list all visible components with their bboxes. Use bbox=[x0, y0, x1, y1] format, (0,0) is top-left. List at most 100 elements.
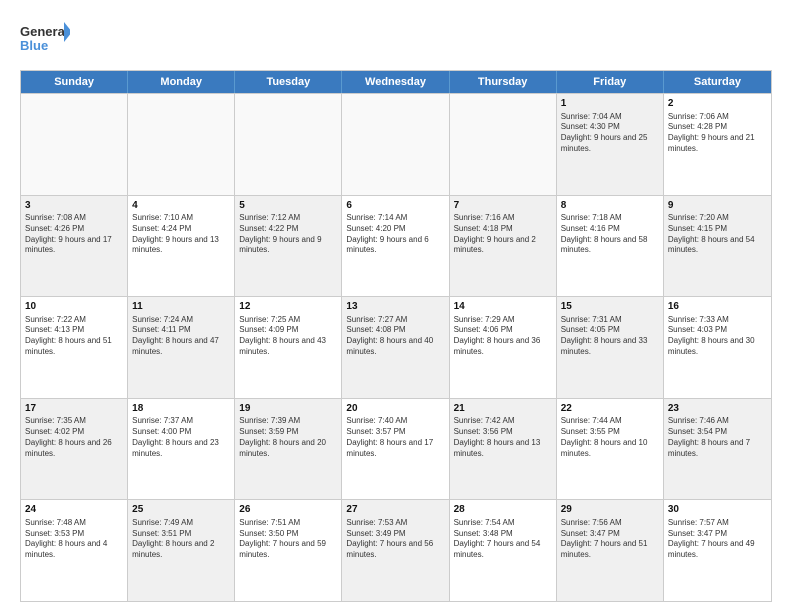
cell-info-text: Sunrise: 7:10 AM bbox=[132, 213, 230, 224]
cell-info-text: Daylight: 8 hours and 40 minutes. bbox=[346, 336, 444, 358]
cell-info-text: Sunset: 3:49 PM bbox=[346, 529, 444, 540]
day-number: 26 bbox=[239, 503, 337, 517]
calendar-day-7: 7Sunrise: 7:16 AMSunset: 4:18 PMDaylight… bbox=[450, 196, 557, 297]
cell-info-text: Sunset: 4:16 PM bbox=[561, 224, 659, 235]
cell-info-text: Sunset: 3:53 PM bbox=[25, 529, 123, 540]
cell-info-text: Sunset: 3:56 PM bbox=[454, 427, 552, 438]
cell-info-text: Sunrise: 7:04 AM bbox=[561, 112, 659, 123]
cell-info-text: Daylight: 7 hours and 59 minutes. bbox=[239, 539, 337, 561]
cell-info-text: Sunrise: 7:42 AM bbox=[454, 416, 552, 427]
day-number: 29 bbox=[561, 503, 659, 517]
day-number: 8 bbox=[561, 199, 659, 213]
cell-info-text: Daylight: 9 hours and 2 minutes. bbox=[454, 235, 552, 257]
calendar-day-18: 18Sunrise: 7:37 AMSunset: 4:00 PMDayligh… bbox=[128, 399, 235, 500]
cell-info-text: Sunset: 4:08 PM bbox=[346, 325, 444, 336]
cell-info-text: Sunrise: 7:48 AM bbox=[25, 518, 123, 529]
day-number: 6 bbox=[346, 199, 444, 213]
cell-info-text: Daylight: 9 hours and 25 minutes. bbox=[561, 133, 659, 155]
cell-info-text: Sunrise: 7:49 AM bbox=[132, 518, 230, 529]
cell-info-text: Sunrise: 7:56 AM bbox=[561, 518, 659, 529]
day-number: 17 bbox=[25, 402, 123, 416]
day-number: 11 bbox=[132, 300, 230, 314]
svg-text:General: General bbox=[20, 24, 68, 39]
cell-info-text: Daylight: 8 hours and 47 minutes. bbox=[132, 336, 230, 358]
calendar-week-4: 17Sunrise: 7:35 AMSunset: 4:02 PMDayligh… bbox=[21, 398, 771, 500]
cell-info-text: Sunrise: 7:33 AM bbox=[668, 315, 767, 326]
calendar-day-12: 12Sunrise: 7:25 AMSunset: 4:09 PMDayligh… bbox=[235, 297, 342, 398]
calendar-day-23: 23Sunrise: 7:46 AMSunset: 3:54 PMDayligh… bbox=[664, 399, 771, 500]
cell-info-text: Sunrise: 7:31 AM bbox=[561, 315, 659, 326]
calendar-header-saturday: Saturday bbox=[664, 71, 771, 93]
day-number: 22 bbox=[561, 402, 659, 416]
cell-info-text: Sunrise: 7:12 AM bbox=[239, 213, 337, 224]
calendar-header-sunday: Sunday bbox=[21, 71, 128, 93]
cell-info-text: Sunset: 4:06 PM bbox=[454, 325, 552, 336]
day-number: 4 bbox=[132, 199, 230, 213]
day-number: 25 bbox=[132, 503, 230, 517]
calendar-day-19: 19Sunrise: 7:39 AMSunset: 3:59 PMDayligh… bbox=[235, 399, 342, 500]
cell-info-text: Daylight: 8 hours and 30 minutes. bbox=[668, 336, 767, 358]
calendar-day-9: 9Sunrise: 7:20 AMSunset: 4:15 PMDaylight… bbox=[664, 196, 771, 297]
calendar-day-6: 6Sunrise: 7:14 AMSunset: 4:20 PMDaylight… bbox=[342, 196, 449, 297]
cell-info-text: Sunrise: 7:24 AM bbox=[132, 315, 230, 326]
logo: General Blue bbox=[20, 20, 70, 64]
day-number: 28 bbox=[454, 503, 552, 517]
day-number: 9 bbox=[668, 199, 767, 213]
cell-info-text: Sunset: 3:47 PM bbox=[561, 529, 659, 540]
calendar-header-friday: Friday bbox=[557, 71, 664, 93]
cell-info-text: Sunrise: 7:35 AM bbox=[25, 416, 123, 427]
cell-info-text: Sunrise: 7:18 AM bbox=[561, 213, 659, 224]
cell-info-text: Sunrise: 7:51 AM bbox=[239, 518, 337, 529]
day-number: 3 bbox=[25, 199, 123, 213]
calendar-day-10: 10Sunrise: 7:22 AMSunset: 4:13 PMDayligh… bbox=[21, 297, 128, 398]
calendar-day-4: 4Sunrise: 7:10 AMSunset: 4:24 PMDaylight… bbox=[128, 196, 235, 297]
cell-info-text: Sunset: 3:47 PM bbox=[668, 529, 767, 540]
cell-info-text: Sunset: 3:50 PM bbox=[239, 529, 337, 540]
cell-info-text: Sunset: 4:28 PM bbox=[668, 122, 767, 133]
calendar-day-26: 26Sunrise: 7:51 AMSunset: 3:50 PMDayligh… bbox=[235, 500, 342, 601]
cell-info-text: Sunset: 4:02 PM bbox=[25, 427, 123, 438]
cell-info-text: Daylight: 8 hours and 51 minutes. bbox=[25, 336, 123, 358]
cell-info-text: Sunrise: 7:06 AM bbox=[668, 112, 767, 123]
cell-info-text: Daylight: 8 hours and 58 minutes. bbox=[561, 235, 659, 257]
cell-info-text: Daylight: 7 hours and 56 minutes. bbox=[346, 539, 444, 561]
calendar-day-15: 15Sunrise: 7:31 AMSunset: 4:05 PMDayligh… bbox=[557, 297, 664, 398]
calendar-body: 1Sunrise: 7:04 AMSunset: 4:30 PMDaylight… bbox=[21, 93, 771, 601]
day-number: 21 bbox=[454, 402, 552, 416]
cell-info-text: Sunset: 4:30 PM bbox=[561, 122, 659, 133]
cell-info-text: Sunset: 3:55 PM bbox=[561, 427, 659, 438]
day-number: 10 bbox=[25, 300, 123, 314]
cell-info-text: Daylight: 8 hours and 17 minutes. bbox=[346, 438, 444, 460]
cell-info-text: Sunrise: 7:25 AM bbox=[239, 315, 337, 326]
cell-info-text: Sunset: 4:20 PM bbox=[346, 224, 444, 235]
cell-info-text: Daylight: 8 hours and 7 minutes. bbox=[668, 438, 767, 460]
cell-info-text: Daylight: 9 hours and 21 minutes. bbox=[668, 133, 767, 155]
cell-info-text: Daylight: 7 hours and 49 minutes. bbox=[668, 539, 767, 561]
cell-info-text: Sunset: 3:48 PM bbox=[454, 529, 552, 540]
calendar-header-tuesday: Tuesday bbox=[235, 71, 342, 93]
calendar-day-25: 25Sunrise: 7:49 AMSunset: 3:51 PMDayligh… bbox=[128, 500, 235, 601]
cell-info-text: Sunset: 3:51 PM bbox=[132, 529, 230, 540]
calendar-day-21: 21Sunrise: 7:42 AMSunset: 3:56 PMDayligh… bbox=[450, 399, 557, 500]
calendar-day-24: 24Sunrise: 7:48 AMSunset: 3:53 PMDayligh… bbox=[21, 500, 128, 601]
day-number: 18 bbox=[132, 402, 230, 416]
cell-info-text: Sunrise: 7:39 AM bbox=[239, 416, 337, 427]
logo-svg: General Blue bbox=[20, 20, 70, 64]
cell-info-text: Daylight: 8 hours and 26 minutes. bbox=[25, 438, 123, 460]
cell-info-text: Sunset: 4:15 PM bbox=[668, 224, 767, 235]
page: General Blue SundayMondayTuesdayWednesda… bbox=[0, 0, 792, 612]
cell-info-text: Sunrise: 7:54 AM bbox=[454, 518, 552, 529]
day-number: 12 bbox=[239, 300, 337, 314]
calendar-empty-cell bbox=[128, 94, 235, 195]
cell-info-text: Daylight: 8 hours and 36 minutes. bbox=[454, 336, 552, 358]
day-number: 2 bbox=[668, 97, 767, 111]
cell-info-text: Sunset: 4:22 PM bbox=[239, 224, 337, 235]
calendar-week-1: 1Sunrise: 7:04 AMSunset: 4:30 PMDaylight… bbox=[21, 93, 771, 195]
cell-info-text: Daylight: 8 hours and 23 minutes. bbox=[132, 438, 230, 460]
day-number: 23 bbox=[668, 402, 767, 416]
cell-info-text: Sunrise: 7:08 AM bbox=[25, 213, 123, 224]
calendar-day-20: 20Sunrise: 7:40 AMSunset: 3:57 PMDayligh… bbox=[342, 399, 449, 500]
calendar-week-2: 3Sunrise: 7:08 AMSunset: 4:26 PMDaylight… bbox=[21, 195, 771, 297]
calendar-week-3: 10Sunrise: 7:22 AMSunset: 4:13 PMDayligh… bbox=[21, 296, 771, 398]
calendar-day-28: 28Sunrise: 7:54 AMSunset: 3:48 PMDayligh… bbox=[450, 500, 557, 601]
